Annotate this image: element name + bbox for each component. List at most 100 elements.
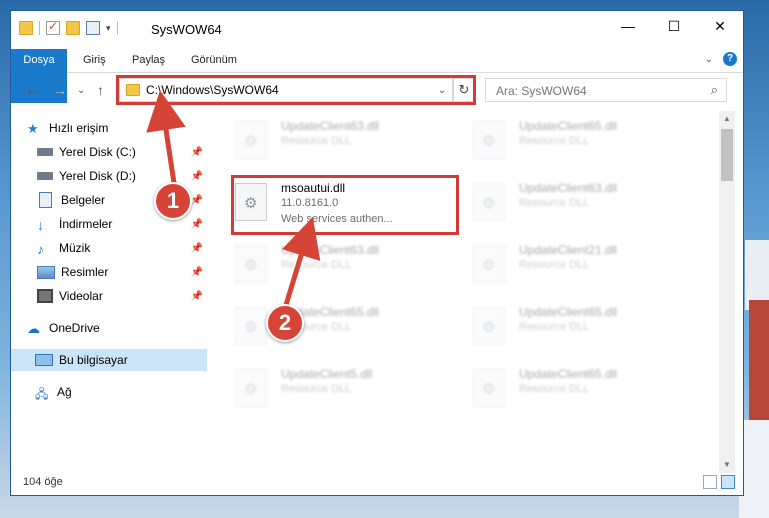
pictures-icon <box>37 265 55 279</box>
folder-icon <box>19 21 33 35</box>
file-item[interactable]: UpdateClient5.dll Resource DLL <box>235 365 455 419</box>
sidebar-item-quick-access[interactable]: ★ Hızlı erişim <box>27 117 223 139</box>
tab-home[interactable]: Giriş <box>83 49 106 71</box>
sidebar-item-videos[interactable]: Videolar 📌 <box>37 285 207 307</box>
tab-view[interactable]: Görünüm <box>191 49 237 71</box>
network-icon: 🖧 <box>35 387 49 401</box>
new-folder-icon[interactable] <box>66 21 80 35</box>
sidebar-item-label: İndirmeler <box>59 217 113 231</box>
drive-icon <box>37 172 53 180</box>
up-arrow-icon[interactable]: ↑ <box>97 82 104 98</box>
back-arrow-icon[interactable]: ← <box>25 82 39 98</box>
file-version: 11.0.8161.0 <box>281 197 339 209</box>
file-item[interactable]: UpdateClient21.dll Resource DLL <box>473 241 693 295</box>
file-item[interactable]: UpdateClient65.dll Resource DLL <box>473 303 693 357</box>
minimize-button[interactable]: — <box>605 11 651 41</box>
pin-icon[interactable]: 📌 <box>191 195 203 206</box>
file-description: Web services authen... <box>281 213 393 225</box>
sidebar-item-label: Müzik <box>59 241 91 255</box>
pin-icon[interactable]: 📌 <box>191 147 203 158</box>
forward-arrow-icon[interactable]: → <box>53 82 67 98</box>
tiles-view-icon[interactable] <box>721 475 735 489</box>
dll-file-icon <box>473 369 505 407</box>
pin-icon[interactable]: 📌 <box>191 219 203 230</box>
search-input[interactable] <box>494 80 698 102</box>
expand-ribbon-icon[interactable]: ⌄ <box>705 54 713 65</box>
sidebar-item-label: OneDrive <box>49 321 100 335</box>
music-icon: ♪ <box>37 241 44 257</box>
file-name: UpdateClient63.dll <box>281 243 380 257</box>
dll-file-icon <box>235 307 267 345</box>
step-2-badge: 2 <box>266 304 304 342</box>
properties-check-icon[interactable] <box>46 19 60 35</box>
pin-icon[interactable]: 📌 <box>191 291 203 302</box>
dll-file-icon <box>235 245 267 283</box>
file-description: Resource DLL <box>519 135 590 147</box>
details-view-icon[interactable] <box>703 475 717 489</box>
search-icon[interactable]: ⌕ <box>711 82 718 98</box>
cloud-icon: ☁ <box>27 321 40 336</box>
navigation-bar: ← → ⌄ ↑ C:\Windows\SysWOW64 ⌄ ↻ ⌕ <box>11 73 743 107</box>
recent-locations-icon[interactable]: ⌄ <box>77 85 85 96</box>
file-item[interactable]: UpdateClient63.dll Resource DLL <box>235 117 455 171</box>
sidebar-item-label: Yerel Disk (C:) <box>59 145 136 159</box>
file-description: Resource DLL <box>519 197 590 209</box>
file-item-msoautui[interactable]: msoautui.dll 11.0.8161.0 Web services au… <box>235 179 455 233</box>
sidebar-item-label: Bu bilgisayar <box>59 353 128 367</box>
file-description: Resource DLL <box>281 135 352 147</box>
sidebar-item-network[interactable]: 🖧 Ağ <box>35 381 207 403</box>
file-name: UpdateClient65.dll <box>519 305 618 319</box>
sidebar-item-label: Hızlı erişim <box>49 121 109 135</box>
close-button[interactable]: ✕ <box>697 11 743 41</box>
file-name: UpdateClient63.dll <box>281 119 380 133</box>
file-name: UpdateClient65.dll <box>519 119 618 133</box>
sidebar-item-drive-c[interactable]: Yerel Disk (C:) 📌 <box>37 141 207 163</box>
title-bar: ▾ SysWOW64 — ☐ ✕ <box>11 11 743 47</box>
quick-access-toolbar: ▾ <box>19 19 118 35</box>
help-icon[interactable]: ? <box>723 52 737 66</box>
file-name: UpdateClient65.dll <box>519 367 618 381</box>
tab-share[interactable]: Paylaş <box>132 49 165 71</box>
address-path[interactable]: C:\Windows\SysWOW64 <box>146 83 432 97</box>
sidebar-item-music[interactable]: ♪ Müzik 📌 <box>37 237 207 259</box>
downloads-icon: ↓ <box>37 217 44 233</box>
pin-icon[interactable]: 📌 <box>191 171 203 182</box>
dll-file-icon <box>235 369 267 407</box>
customize-view-icon[interactable] <box>86 21 100 35</box>
dll-file-icon <box>473 183 505 221</box>
scroll-up-icon[interactable]: ▲ <box>719 111 735 127</box>
pin-icon[interactable]: 📌 <box>191 243 203 254</box>
sidebar-item-onedrive[interactable]: ☁ OneDrive <box>27 317 207 339</box>
file-description: Resource DLL <box>281 259 352 271</box>
dll-file-icon <box>235 183 267 221</box>
search-box[interactable]: ⌕ <box>485 78 727 102</box>
explorer-window: ▾ SysWOW64 — ☐ ✕ Dosya Giriş Paylaş Görü… <box>10 10 744 496</box>
file-description: Resource DLL <box>519 321 590 333</box>
folder-icon <box>126 84 140 96</box>
status-bar: 104 öğe <box>11 471 743 495</box>
step-1-badge: 1 <box>154 182 192 220</box>
divider <box>116 21 118 35</box>
file-item[interactable]: UpdateClient65.dll Resource DLL <box>473 117 693 171</box>
sidebar-item-pictures[interactable]: Resimler 📌 <box>37 261 207 283</box>
address-bar[interactable]: C:\Windows\SysWOW64 ⌄ <box>119 78 453 102</box>
computer-icon <box>35 354 53 366</box>
star-icon: ★ <box>27 121 39 136</box>
sidebar-item-label: Yerel Disk (D:) <box>59 169 136 183</box>
vertical-scrollbar[interactable]: ▲ ▼ <box>719 111 735 473</box>
maximize-button[interactable]: ☐ <box>651 11 697 41</box>
sidebar-item-this-pc[interactable]: Bu bilgisayar <box>11 349 207 371</box>
pin-icon[interactable]: 📌 <box>191 267 203 278</box>
file-item[interactable]: UpdateClient63.dll Resource DLL <box>235 241 455 295</box>
scroll-thumb[interactable] <box>721 129 733 181</box>
chevron-down-icon[interactable]: ▾ <box>106 23 111 34</box>
refresh-button[interactable]: ↻ <box>453 78 475 102</box>
file-description: Resource DLL <box>281 383 352 395</box>
file-item[interactable]: UpdateClient63.dll Resource DLL <box>473 179 693 233</box>
file-item[interactable]: UpdateClient65.dll Resource DLL <box>473 365 693 419</box>
address-dropdown-icon[interactable]: ⌄ <box>432 85 452 96</box>
documents-icon <box>39 192 52 208</box>
divider <box>39 21 40 35</box>
item-count: 104 öğe <box>23 476 63 488</box>
videos-icon <box>37 289 53 303</box>
